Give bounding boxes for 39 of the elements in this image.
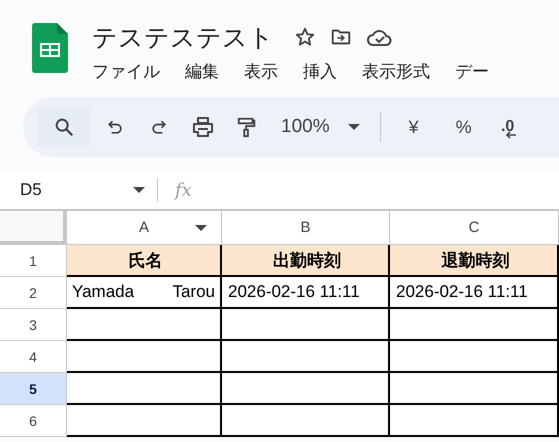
column-header[interactable]: B	[222, 211, 390, 245]
row-header[interactable]: 5	[0, 373, 67, 405]
column-header[interactable]: A	[67, 211, 222, 245]
paint-roller-icon	[236, 115, 258, 139]
table-cell: Yamada Tarou	[67, 277, 222, 309]
menu-item[interactable]: 挿入	[303, 60, 337, 83]
menu-item[interactable]: 編集	[185, 60, 219, 83]
zoom-dropdown[interactable]: 100%	[271, 107, 370, 147]
table-cell: 退勤時刻	[390, 245, 559, 277]
menu-item[interactable]: デー	[455, 60, 489, 83]
menu-item[interactable]: ファイル	[92, 60, 160, 83]
name-box[interactable]: D5	[0, 180, 157, 200]
row-header[interactable]: 4	[0, 341, 67, 373]
cloud-check-icon[interactable]	[366, 27, 394, 47]
table-cell: 出勤時刻	[222, 245, 390, 277]
row-header[interactable]: 1	[0, 245, 67, 277]
document-title[interactable]: テステステスト	[92, 20, 274, 54]
row-header[interactable]: 6	[0, 405, 67, 437]
search-icon	[53, 116, 75, 138]
column-header[interactable]: C	[390, 211, 559, 245]
menu-item[interactable]: 表示形式	[362, 60, 430, 83]
print-icon	[191, 115, 215, 139]
format-button[interactable]: %	[440, 107, 487, 147]
menu-item[interactable]: 表示	[244, 60, 278, 83]
caret-icon	[195, 225, 207, 231]
format-button[interactable]: ¥	[390, 107, 437, 147]
caret-icon	[348, 124, 360, 130]
table-cell: 2026-02-16 11:11	[222, 277, 390, 309]
row-header[interactable]: 2	[0, 277, 67, 309]
spreadsheet-logo-icon[interactable]	[32, 23, 68, 73]
caret-icon	[133, 187, 145, 193]
star-icon[interactable]	[294, 26, 316, 48]
function-label: fx	[175, 180, 192, 200]
decrease-decimal-button[interactable]: .0	[490, 107, 525, 147]
left-arrow-icon	[504, 131, 517, 139]
search-button[interactable]	[37, 107, 91, 147]
row-header[interactable]: 3	[0, 309, 67, 341]
table-cell: 2026-02-16 11:11	[390, 277, 559, 309]
table-cell: 氏名	[67, 245, 222, 277]
